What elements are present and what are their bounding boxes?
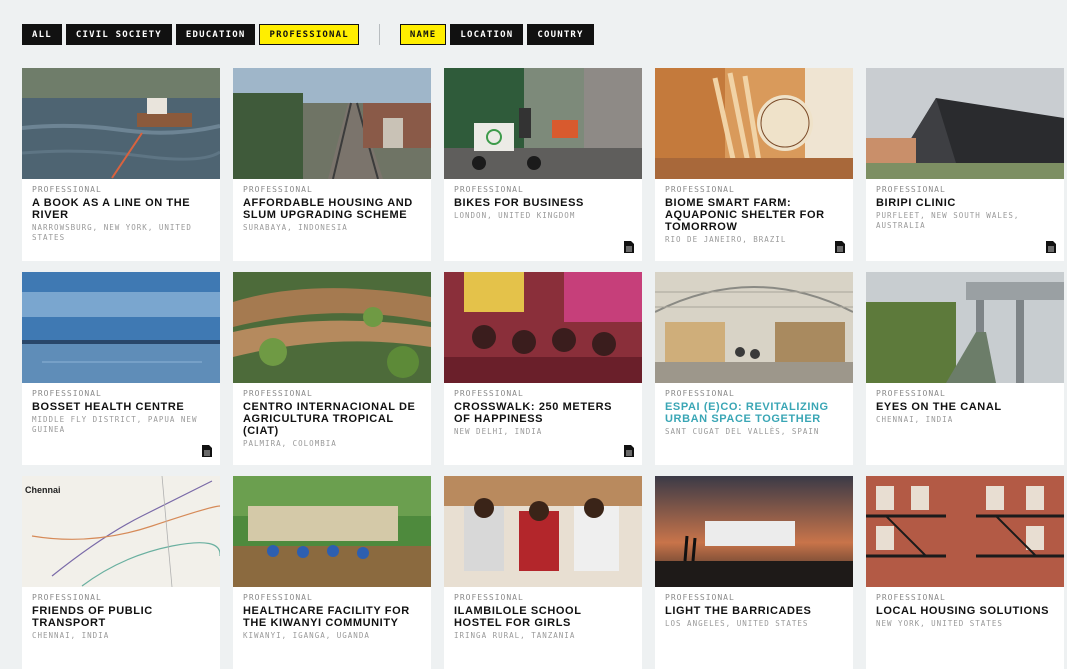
project-location: NARROWSBURG, NEW YORK, UNITED STATES xyxy=(32,223,192,242)
project-category: PROFESSIONAL xyxy=(454,593,524,602)
filter-civil-society-button[interactable]: CIVIL SOCIETY xyxy=(65,24,172,45)
project-title[interactable]: ILAMBILOLE SCHOOL HOSTEL FOR GIRLS xyxy=(454,605,632,629)
map-title: Chennai xyxy=(25,485,61,495)
project-title[interactable]: LOCAL HOUSING SOLUTIONS xyxy=(876,605,1054,617)
project-thumbnail: Chennai xyxy=(22,476,220,587)
project-card[interactable]: PROFESSIONAL BIKES FOR BUSINESS LONDON, … xyxy=(444,68,642,261)
project-category: PROFESSIONAL xyxy=(876,185,946,194)
project-card[interactable]: PROFESSIONAL ESPAI (E)CO: REVITALIZING U… xyxy=(655,272,853,465)
project-category: PROFESSIONAL xyxy=(665,389,735,398)
project-title[interactable]: BIOME SMART FARM: AQUAPONIC SHELTER FOR … xyxy=(665,197,843,233)
project-location: SANT CUGAT DEL VALLÈS, SPAIN xyxy=(665,427,820,436)
project-card[interactable]: PROFESSIONAL BOSSET HEALTH CENTRE MIDDLE… xyxy=(22,272,220,465)
project-thumbnail xyxy=(655,68,853,179)
project-title[interactable]: AFFORDABLE HOUSING AND SLUM UPGRADING SC… xyxy=(243,197,421,221)
project-category: PROFESSIONAL xyxy=(454,389,524,398)
sort-name-button[interactable]: NAME xyxy=(399,24,447,45)
filter-bar: ALL CIVIL SOCIETY EDUCATION PROFESSIONAL… xyxy=(22,24,598,45)
project-thumbnail xyxy=(655,476,853,587)
project-category: PROFESSIONAL xyxy=(32,185,102,194)
project-category: PROFESSIONAL xyxy=(665,593,735,602)
project-grid: PROFESSIONAL A BOOK AS A LINE ON THE RIV… xyxy=(22,68,1064,669)
project-title[interactable]: LIGHT THE BARRICADES xyxy=(665,605,843,617)
document-icon[interactable] xyxy=(624,241,634,253)
filter-all-button[interactable]: ALL xyxy=(22,24,62,45)
project-title[interactable]: CROSSWALK: 250 METERS OF HAPPINESS xyxy=(454,401,632,425)
project-title[interactable]: BIRIPI CLINIC xyxy=(876,197,1054,209)
project-location: LONDON, UNITED KINGDOM xyxy=(454,211,576,220)
project-category: PROFESSIONAL xyxy=(243,593,313,602)
project-category: PROFESSIONAL xyxy=(243,185,313,194)
project-category: PROFESSIONAL xyxy=(665,185,735,194)
project-location: RIO DE JANEIRO, BRAZIL xyxy=(665,235,787,244)
project-title[interactable]: ESPAI (E)CO: REVITALIZING URBAN SPACE TO… xyxy=(665,401,843,425)
project-location: NEW DELHI, INDIA xyxy=(454,427,543,436)
project-title[interactable]: CENTRO INTERNACIONAL DE AGRICULTURA TROP… xyxy=(243,401,421,437)
project-title[interactable]: HEALTHCARE FACILITY FOR THE KIWANYI COMM… xyxy=(243,605,421,629)
project-title[interactable]: BIKES FOR BUSINESS xyxy=(454,197,632,209)
project-thumbnail xyxy=(233,68,431,179)
project-category: PROFESSIONAL xyxy=(32,593,102,602)
project-location: PALMIRA, COLOMBIA xyxy=(243,439,337,448)
project-location: NEW YORK, UNITED STATES xyxy=(876,619,1003,628)
project-thumbnail xyxy=(22,272,220,383)
project-thumbnail xyxy=(233,476,431,587)
project-category: PROFESSIONAL xyxy=(32,389,102,398)
project-card[interactable]: PROFESSIONAL BIOME SMART FARM: AQUAPONIC… xyxy=(655,68,853,261)
project-category: PROFESSIONAL xyxy=(876,389,946,398)
project-title[interactable]: FRIENDS OF PUBLIC TRANSPORT xyxy=(32,605,210,629)
project-thumbnail xyxy=(655,272,853,383)
filter-professional-button[interactable]: PROFESSIONAL xyxy=(259,24,359,45)
project-location: PURFLEET, NEW SOUTH WALES, AUSTRALIA xyxy=(876,211,1020,230)
project-category: PROFESSIONAL xyxy=(454,185,524,194)
document-icon[interactable] xyxy=(202,445,212,457)
project-thumbnail xyxy=(444,272,642,383)
project-location: IRINGA RURAL, TANZANIA xyxy=(454,631,576,640)
filter-education-button[interactable]: EDUCATION xyxy=(175,24,256,45)
document-icon[interactable] xyxy=(624,445,634,457)
project-location: SURABAYA, INDONESIA xyxy=(243,223,348,232)
project-thumbnail xyxy=(22,68,220,179)
sort-location-button[interactable]: LOCATION xyxy=(450,24,524,45)
project-location: KIWANYI, IGANGA, UGANDA xyxy=(243,631,370,640)
project-card[interactable]: PROFESSIONAL HEALTHCARE FACILITY FOR THE… xyxy=(233,476,431,669)
document-icon[interactable] xyxy=(1046,241,1056,253)
project-location: CHENNAI, INDIA xyxy=(876,415,954,424)
project-card[interactable]: PROFESSIONAL LOCAL HOUSING SOLUTIONS NEW… xyxy=(866,476,1064,669)
project-thumbnail xyxy=(444,68,642,179)
project-card[interactable]: PROFESSIONAL ILAMBILOLE SCHOOL HOSTEL FO… xyxy=(444,476,642,669)
project-card[interactable]: PROFESSIONAL BIRIPI CLINIC PURFLEET, NEW… xyxy=(866,68,1064,261)
project-thumbnail xyxy=(866,272,1064,383)
project-card[interactable]: PROFESSIONAL AFFORDABLE HOUSING AND SLUM… xyxy=(233,68,431,261)
project-title[interactable]: BOSSET HEALTH CENTRE xyxy=(32,401,210,413)
sort-country-button[interactable]: COUNTRY xyxy=(527,24,594,45)
project-title[interactable]: EYES ON THE CANAL xyxy=(876,401,1054,413)
project-card[interactable]: PROFESSIONAL CENTRO INTERNACIONAL DE AGR… xyxy=(233,272,431,465)
project-card[interactable]: PROFESSIONAL EYES ON THE CANAL CHENNAI, … xyxy=(866,272,1064,465)
project-thumbnail xyxy=(866,476,1064,587)
project-thumbnail xyxy=(233,272,431,383)
project-card[interactable]: Chennai PROFESSIONAL FRIENDS OF PUBLIC T… xyxy=(22,476,220,669)
filter-divider xyxy=(378,24,380,45)
project-title[interactable]: A BOOK AS A LINE ON THE RIVER xyxy=(32,197,210,221)
project-category: PROFESSIONAL xyxy=(876,593,946,602)
document-icon[interactable] xyxy=(835,241,845,253)
project-card[interactable]: PROFESSIONAL LIGHT THE BARRICADES LOS AN… xyxy=(655,476,853,669)
project-thumbnail xyxy=(444,476,642,587)
project-card[interactable]: PROFESSIONAL A BOOK AS A LINE ON THE RIV… xyxy=(22,68,220,261)
project-card[interactable]: PROFESSIONAL CROSSWALK: 250 METERS OF HA… xyxy=(444,272,642,465)
project-thumbnail xyxy=(866,68,1064,179)
project-location: MIDDLE FLY DISTRICT, PAPUA NEW GUINEA xyxy=(32,415,198,434)
project-category: PROFESSIONAL xyxy=(243,389,313,398)
project-location: LOS ANGELES, UNITED STATES xyxy=(665,619,809,628)
project-location: CHENNAI, INDIA xyxy=(32,631,110,640)
